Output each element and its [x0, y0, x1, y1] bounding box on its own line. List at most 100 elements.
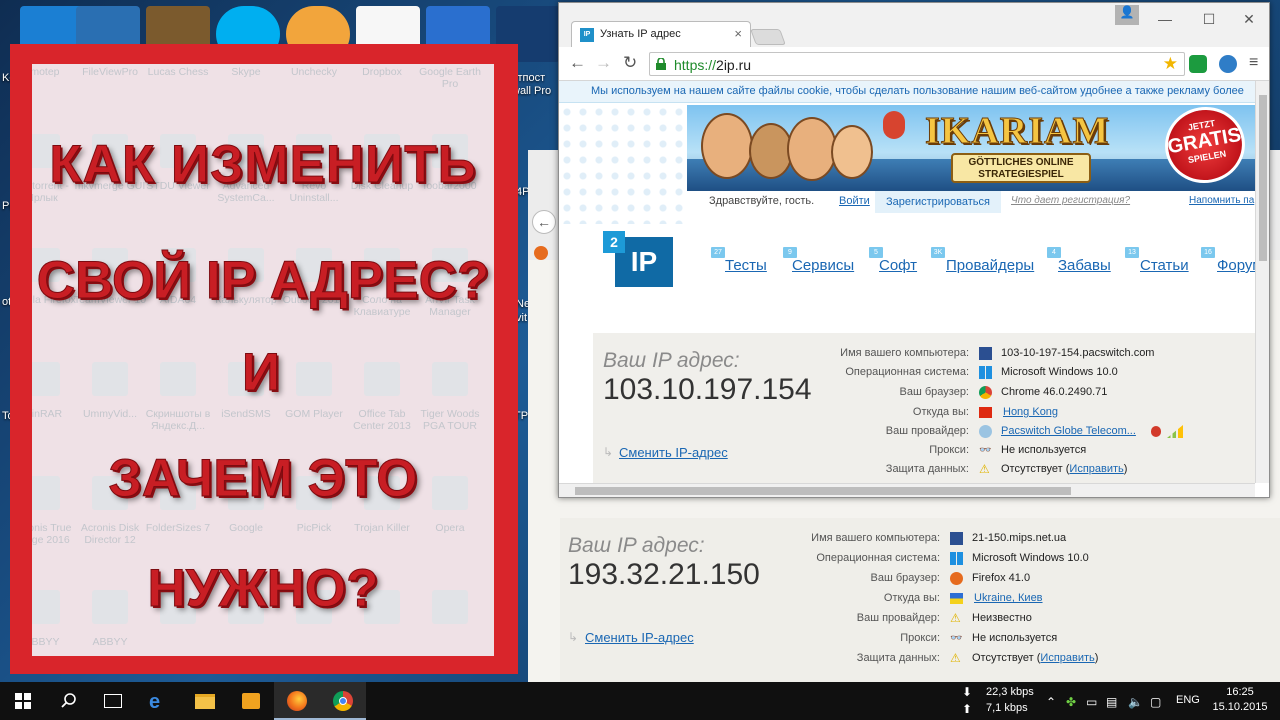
title-bar: IP Узнать IP адрес × 👤 — ☐ ✕: [559, 3, 1269, 47]
nav-fun[interactable]: Забавы: [1058, 257, 1111, 274]
ghost-app-label: Lucas Chess: [147, 66, 209, 78]
ghost-app-label: Opera: [435, 522, 465, 534]
reload-button[interactable]: ↻: [623, 53, 637, 73]
battery-icon[interactable]: ▭: [1086, 695, 1097, 709]
info-label: Защита данных:: [856, 652, 940, 664]
ad-banner[interactable]: IKARIAM GÖTTLICHES ONLINE STRATEGIESPIEL…: [687, 105, 1255, 191]
site-logo[interactable]: IP 2: [603, 231, 673, 287]
nav-forum[interactable]: Форум: [1217, 257, 1255, 274]
ghost-app-label: Скриншоты в Яндекс.Д...: [145, 408, 211, 432]
tray-app-icon[interactable]: ✤: [1066, 695, 1076, 709]
character-icon: [787, 117, 837, 181]
vertical-scroll-thumb[interactable]: [1259, 95, 1267, 261]
headline-line-3: И: [241, 343, 281, 403]
info-value: Firefox 41.0: [972, 572, 1031, 584]
ghost-app-label: Skype: [231, 66, 261, 78]
ghost-app-label: iSendSMS: [221, 408, 271, 420]
clock[interactable]: 16:25 15.10.2015: [1210, 685, 1270, 715]
minimize-button[interactable]: —: [1143, 11, 1187, 31]
headline-line-1: КАК ИЗМЕНИТЬ: [49, 135, 477, 195]
start-button[interactable]: [0, 682, 46, 720]
ghost-app-label: Unchecky: [290, 66, 338, 78]
change-ip-link[interactable]: Сменить IP-адрес: [619, 445, 728, 460]
change-ip-link[interactable]: Сменить IP-адрес: [585, 630, 694, 645]
forward-button[interactable]: →: [595, 53, 612, 73]
location-link[interactable]: Hong Kong: [1003, 406, 1058, 418]
info-label: Ваш провайдер:: [856, 612, 940, 624]
task-view-button[interactable]: [90, 682, 136, 720]
menu-icon[interactable]: ≡: [1249, 54, 1258, 72]
vertical-scrollbar[interactable]: [1255, 81, 1269, 483]
info-label: Прокси:: [929, 444, 969, 456]
taskbar-chrome[interactable]: [320, 682, 366, 720]
edge-icon: e: [149, 691, 161, 713]
data-protection-status: Отсутствует (: [972, 652, 1041, 664]
browser-tab[interactable]: IP Узнать IP адрес ×: [571, 21, 751, 47]
bg-back-button[interactable]: ←: [532, 210, 556, 234]
data-protection-status: Отсутствует (: [1001, 463, 1070, 475]
language-indicator[interactable]: ENG: [1176, 694, 1200, 706]
page-content: Мы используем на нашем сайте файлы cooki…: [559, 81, 1255, 483]
new-tab-button[interactable]: [750, 29, 786, 45]
notifications-icon[interactable]: ▢: [1150, 695, 1161, 709]
ghost-app-label: Google Earth Pro: [419, 66, 481, 90]
provider-link[interactable]: Pacswitch Globe Telecom...: [1001, 425, 1136, 437]
fix-link[interactable]: Исправить: [1040, 652, 1094, 664]
taskbar-explorer[interactable]: [182, 682, 228, 720]
ghost-app-label: Trojan Killer: [354, 522, 410, 534]
location-link[interactable]: Ukraine, Киев: [974, 592, 1043, 604]
search-button[interactable]: [46, 682, 92, 720]
tab-title: Узнать IP адрес: [600, 28, 681, 40]
close-window-button[interactable]: ✕: [1227, 11, 1269, 31]
balloon-icon: [883, 111, 905, 139]
back-button[interactable]: ←: [569, 53, 586, 73]
taskbar-media[interactable]: [228, 682, 274, 720]
info-label: Откуда вы:: [883, 592, 940, 604]
fix-link[interactable]: Исправить: [1069, 463, 1123, 475]
hongkong-flag-icon: [979, 407, 992, 418]
nav-providers[interactable]: Провайдеры: [946, 257, 1034, 274]
cookie-notice[interactable]: Мы используем на нашем сайте файлы cooki…: [559, 81, 1255, 103]
show-hidden-icons-icon[interactable]: ⌃: [1046, 695, 1056, 709]
info-label: Откуда вы:: [912, 406, 969, 418]
nav-count-badge: 27: [711, 247, 725, 258]
maximize-button[interactable]: ☐: [1187, 11, 1231, 31]
bookmark-star-icon[interactable]: ★: [1163, 54, 1178, 74]
nav-services[interactable]: Сервисы: [792, 257, 854, 274]
nav-articles[interactable]: Статьи: [1140, 257, 1189, 274]
ghost-app-label: Office Tab Center 2013: [353, 408, 411, 432]
registration-info-link[interactable]: Что дает регистрация?: [1011, 195, 1130, 206]
horizontal-scroll-thumb[interactable]: [575, 487, 1071, 495]
address-bar[interactable]: https://2ip.ru ★: [649, 52, 1185, 76]
nav-count-badge: 13: [1125, 247, 1139, 258]
login-link[interactable]: Войти: [839, 195, 870, 207]
search-icon: [61, 693, 76, 708]
tab-close-icon[interactable]: ×: [734, 26, 742, 41]
info-value: Chrome 46.0.2490.71: [1001, 386, 1108, 398]
info-value: Microsoft Windows 10.0: [1001, 366, 1118, 378]
info-label: Ваш браузер:: [899, 386, 969, 398]
ghost-app-label: GOM Player: [285, 408, 343, 420]
remind-password-link[interactable]: Напомнить па: [1189, 195, 1254, 206]
firefox-icon: [287, 691, 307, 711]
url-text: https://2ip.ru: [674, 57, 751, 73]
lock-icon: [656, 58, 666, 70]
ghost-app-label: Dropbox: [362, 66, 402, 78]
volume-icon[interactable]: 🔈: [1128, 695, 1143, 709]
register-button[interactable]: Зарегистрироваться: [875, 191, 1001, 213]
user-profile-icon[interactable]: 👤: [1115, 5, 1139, 25]
info-value: 21-150.mips.net.ua: [972, 532, 1067, 544]
horizontal-scrollbar[interactable]: [559, 483, 1255, 497]
thumbnail-panel: omotepFileViewProLucas ChessSkypeUncheck…: [32, 64, 494, 656]
clock-time: 16:25: [1226, 686, 1254, 698]
info-label: Ваш провайдер:: [885, 425, 969, 437]
nav-tests[interactable]: Тесты: [725, 257, 767, 274]
taskbar-firefox[interactable]: [274, 682, 320, 720]
nav-software[interactable]: Софт: [879, 257, 917, 274]
ghost-app-label: PicPick: [296, 522, 332, 534]
adblock-shield-icon[interactable]: [1189, 55, 1207, 73]
taskbar-edge[interactable]: e: [136, 682, 182, 720]
network-icon[interactable]: ▤: [1106, 695, 1117, 709]
data-protection-value: Отсутствует (Исправить): [1001, 463, 1127, 475]
extension-icon[interactable]: [1219, 55, 1237, 73]
